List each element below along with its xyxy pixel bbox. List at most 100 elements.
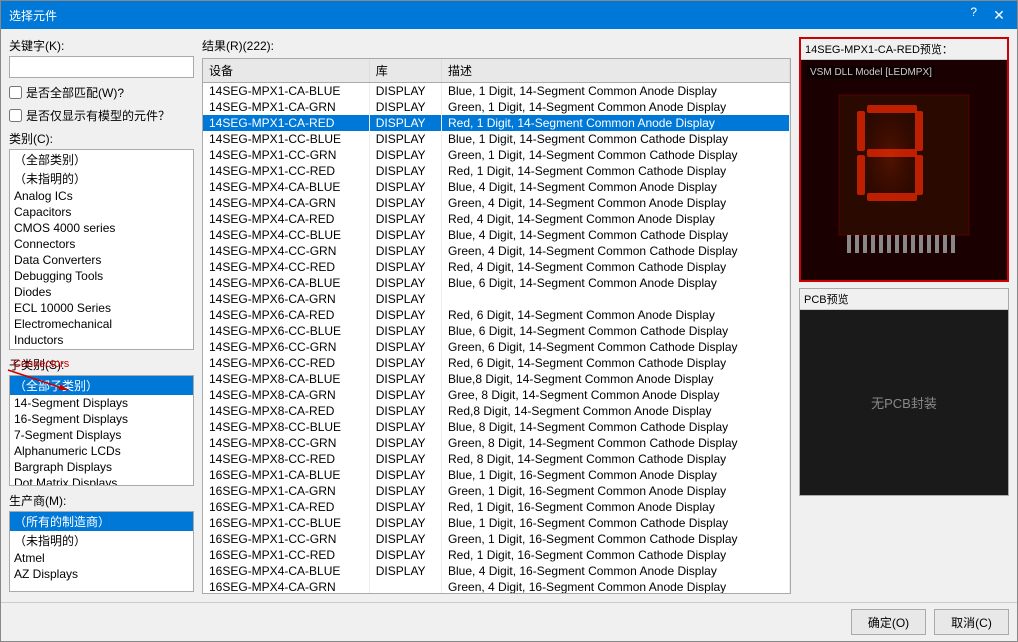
- category-item[interactable]: （全部类别）: [10, 150, 193, 169]
- category-item[interactable]: Diodes: [10, 284, 193, 300]
- preview-image: VSM DLL Model [LEDMPX]: [801, 60, 1007, 280]
- ok-button[interactable]: 确定(O): [851, 609, 926, 635]
- cell-desc: Blue,8 Digit, 14-Segment Common Anode Di…: [442, 371, 790, 387]
- preview-title: 14SEG-MPX1-CA-RED预览：: [801, 39, 1007, 60]
- subcategory-item[interactable]: Alphanumeric LCDs: [10, 443, 193, 459]
- cell-lib: DISPLAY: [369, 355, 441, 371]
- subcategory-item[interactable]: 7-Segment Displays: [10, 427, 193, 443]
- category-item[interactable]: ECL 10000 Series: [10, 300, 193, 316]
- cell-desc: Green, 1 Digit, 16-Segment Common Cathod…: [442, 531, 790, 547]
- table-row[interactable]: 16SEG-MPX1-CA-REDDISPLAYRed, 1 Digit, 16…: [203, 499, 790, 515]
- subcategory-item[interactable]: 14-Segment Displays: [10, 395, 193, 411]
- cell-lib: DISPLAY: [369, 195, 441, 211]
- cell-device: 14SEG-MPX4-CA-GRN: [203, 195, 369, 211]
- table-row[interactable]: 16SEG-MPX1-CC-BLUEDISPLAYBlue, 1 Digit, …: [203, 515, 790, 531]
- vsm-label: VSM DLL Model [LEDMPX]: [807, 66, 935, 79]
- cell-device: 14SEG-MPX4-CA-RED: [203, 211, 369, 227]
- checkbox2[interactable]: [9, 109, 22, 122]
- subcategory-section: 子类别(S): （全部子类别）14-Segment Displays16-Seg…: [9, 356, 194, 486]
- category-item[interactable]: Electromechanical: [10, 316, 193, 332]
- table-row[interactable]: 14SEG-MPX4-CC-BLUEDISPLAYBlue, 4 Digit, …: [203, 227, 790, 243]
- right-panel: 14SEG-MPX1-CA-RED预览： VSM DLL Model [LEDM…: [799, 37, 1009, 594]
- manufacturer-listbox[interactable]: （所有的制造商）（未指明的）AtmelAZ Displays: [9, 511, 194, 592]
- table-row[interactable]: 14SEG-MPX4-CC-REDDISPLAYRed, 4 Digit, 14…: [203, 259, 790, 275]
- table-row[interactable]: 14SEG-MPX4-CA-BLUEDISPLAYBlue, 4 Digit, …: [203, 179, 790, 195]
- category-item[interactable]: （未指明的）: [10, 169, 193, 188]
- manufacturer-item[interactable]: AZ Displays: [10, 566, 193, 582]
- table-row[interactable]: 14SEG-MPX1-CA-REDDISPLAYRed, 1 Digit, 14…: [203, 115, 790, 131]
- table-row[interactable]: 14SEG-MPX6-CA-GRNDISPLAY: [203, 291, 790, 307]
- table-row[interactable]: 14SEG-MPX8-CC-BLUEDISPLAYBlue, 8 Digit, …: [203, 419, 790, 435]
- table-row[interactable]: 14SEG-MPX6-CA-BLUEDISPLAYBlue, 6 Digit, …: [203, 275, 790, 291]
- table-row[interactable]: 14SEG-MPX1-CA-GRNDISPLAYGreen, 1 Digit, …: [203, 99, 790, 115]
- cell-device: 14SEG-MPX8-CA-BLUE: [203, 371, 369, 387]
- cell-desc: Blue, 4 Digit, 14-Segment Common Cathode…: [442, 227, 790, 243]
- table-row[interactable]: 16SEG-MPX1-CA-BLUEDISPLAYBlue, 1 Digit, …: [203, 467, 790, 483]
- table-row[interactable]: 14SEG-MPX1-CC-GRNDISPLAYGreen, 1 Digit, …: [203, 147, 790, 163]
- table-row[interactable]: 14SEG-MPX6-CC-REDDISPLAYRed, 6 Digit, 14…: [203, 355, 790, 371]
- table-row[interactable]: 14SEG-MPX1-CA-BLUEDISPLAYBlue, 1 Digit, …: [203, 83, 790, 100]
- pcb-image: 无PCB封装: [800, 310, 1008, 495]
- manufacturer-item[interactable]: （未指明的）: [10, 531, 193, 550]
- results-table-container[interactable]: 设备 库 描述 14SEG-MPX1-CA-BLUEDISPLAYBlue, 1…: [202, 58, 791, 594]
- manufacturer-item[interactable]: （所有的制造商）: [10, 512, 193, 531]
- pcb-no-package-label: 无PCB封装: [871, 393, 937, 412]
- table-row[interactable]: 14SEG-MPX4-CA-GRNDISPLAYGreen, 4 Digit, …: [203, 195, 790, 211]
- category-item[interactable]: Debugging Tools: [10, 268, 193, 284]
- table-row[interactable]: 14SEG-MPX8-CA-BLUEDISPLAYBlue,8 Digit, 1…: [203, 371, 790, 387]
- table-row[interactable]: 14SEG-MPX1-CC-REDDISPLAYRed, 1 Digit, 14…: [203, 163, 790, 179]
- cell-lib: DISPLAY: [369, 531, 441, 547]
- category-item[interactable]: Laplace Primitives: [10, 348, 193, 350]
- cell-lib: DISPLAY: [369, 131, 441, 147]
- close-button[interactable]: ✕: [989, 5, 1009, 25]
- checkbox2-row: 是否仅显示有模型的元件？: [9, 107, 194, 124]
- cell-desc: Red, 4 Digit, 14-Segment Common Anode Di…: [442, 211, 790, 227]
- cancel-button[interactable]: 取消(C): [934, 609, 1009, 635]
- cell-desc: Blue, 1 Digit, 16-Segment Common Cathode…: [442, 515, 790, 531]
- cell-desc: Red,8 Digit, 14-Segment Common Anode Dis…: [442, 403, 790, 419]
- table-row[interactable]: 14SEG-MPX8-CA-GRNDISPLAYGree, 8 Digit, 1…: [203, 387, 790, 403]
- table-row[interactable]: 16SEG-MPX4-CA-BLUEDISPLAYBlue, 4 Digit, …: [203, 563, 790, 579]
- table-row[interactable]: 16SEG-MPX1-CC-GRNDISPLAYGreen, 1 Digit, …: [203, 531, 790, 547]
- category-item[interactable]: Connectors: [10, 236, 193, 252]
- table-row[interactable]: 14SEG-MPX6-CA-REDDISPLAYRed, 6 Digit, 14…: [203, 307, 790, 323]
- cell-device: 14SEG-MPX8-CA-RED: [203, 403, 369, 419]
- table-row[interactable]: 14SEG-MPX1-CC-BLUEDISPLAYBlue, 1 Digit, …: [203, 131, 790, 147]
- table-row[interactable]: 16SEG-MPX1-CA-GRNDISPLAYGreen, 1 Digit, …: [203, 483, 790, 499]
- cell-desc: Blue, 6 Digit, 14-Segment Common Cathode…: [442, 323, 790, 339]
- keyword-input[interactable]: [9, 56, 194, 78]
- cell-desc: Red, 8 Digit, 14-Segment Common Cathode …: [442, 451, 790, 467]
- cell-desc: Blue, 8 Digit, 14-Segment Common Cathode…: [442, 419, 790, 435]
- category-item[interactable]: Inductors: [10, 332, 193, 348]
- table-row[interactable]: 14SEG-MPX4-CA-REDDISPLAYRed, 4 Digit, 14…: [203, 211, 790, 227]
- subcategory-item[interactable]: Dot Matrix Displays: [10, 475, 193, 486]
- checkbox1[interactable]: [9, 86, 22, 99]
- table-row[interactable]: 14SEG-MPX8-CA-REDDISPLAYRed,8 Digit, 14-…: [203, 403, 790, 419]
- subcategory-item[interactable]: （全部子类别）: [10, 376, 193, 395]
- cell-device: 14SEG-MPX8-CC-BLUE: [203, 419, 369, 435]
- col-lib: 库: [369, 59, 441, 83]
- category-item[interactable]: CMOS 4000 series: [10, 220, 193, 236]
- table-row[interactable]: 16SEG-MPX1-CC-REDDISPLAYRed, 1 Digit, 16…: [203, 547, 790, 563]
- table-row[interactable]: 14SEG-MPX4-CC-GRNDISPLAYGreen, 4 Digit, …: [203, 243, 790, 259]
- table-row[interactable]: 14SEG-MPX8-CC-GRNDISPLAYGreen, 8 Digit, …: [203, 435, 790, 451]
- subcategory-item[interactable]: 16-Segment Displays: [10, 411, 193, 427]
- subcategory-item[interactable]: Bargraph Displays: [10, 459, 193, 475]
- checkbox1-label: 是否全部匹配(W)?: [26, 84, 124, 101]
- cell-desc: Green, 4 Digit, 16-Segment Common Anode …: [442, 579, 790, 594]
- help-button[interactable]: ?: [970, 5, 977, 25]
- table-row[interactable]: 16SEG-MPX4-CA-GRNGreen, 4 Digit, 16-Segm…: [203, 579, 790, 594]
- category-item[interactable]: Capacitors: [10, 204, 193, 220]
- category-listbox[interactable]: （全部类别）（未指明的）Analog ICsCapacitorsCMOS 400…: [9, 149, 194, 350]
- manufacturer-item[interactable]: Atmel: [10, 550, 193, 566]
- category-item[interactable]: Data Converters: [10, 252, 193, 268]
- table-row[interactable]: 14SEG-MPX6-CC-BLUEDISPLAYBlue, 6 Digit, …: [203, 323, 790, 339]
- cell-desc: Blue, 4 Digit, 14-Segment Common Anode D…: [442, 179, 790, 195]
- table-row[interactable]: 14SEG-MPX8-CC-REDDISPLAYRed, 8 Digit, 14…: [203, 451, 790, 467]
- cell-lib: DISPLAY: [369, 275, 441, 291]
- subcategory-listbox[interactable]: （全部子类别）14-Segment Displays16-Segment Dis…: [9, 375, 194, 486]
- category-item[interactable]: Analog ICs: [10, 188, 193, 204]
- table-row[interactable]: 14SEG-MPX6-CC-GRNDISPLAYGreen, 6 Digit, …: [203, 339, 790, 355]
- cell-device: 14SEG-MPX8-CC-GRN: [203, 435, 369, 451]
- cell-desc: Blue, 1 Digit, 14-Segment Common Anode D…: [442, 83, 790, 100]
